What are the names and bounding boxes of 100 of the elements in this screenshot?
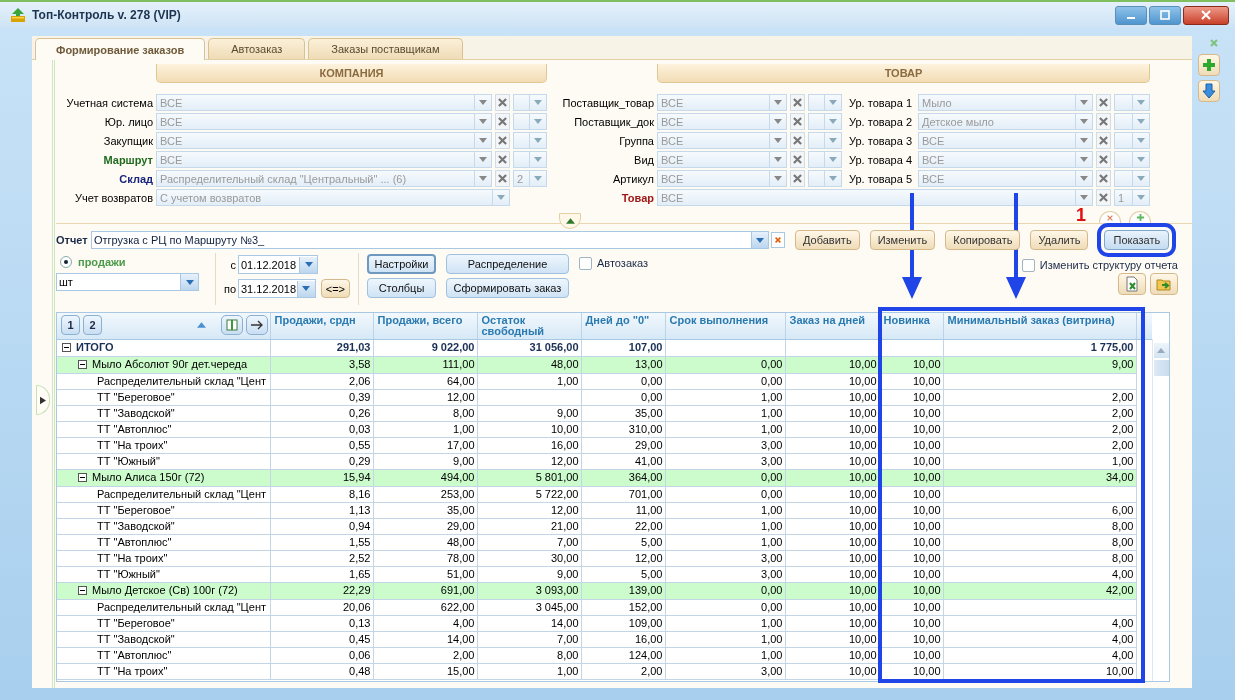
- level-combo[interactable]: [513, 132, 547, 149]
- clear-button[interactable]: [495, 94, 510, 111]
- clear-button[interactable]: [790, 132, 805, 149]
- tab[interactable]: Заказы поставщикам: [308, 38, 463, 59]
- expand-handle[interactable]: [36, 385, 50, 415]
- autoorder-checkbox[interactable]: Автозаказ: [569, 253, 649, 273]
- level-combo[interactable]: [1114, 132, 1150, 149]
- column-header[interactable]: Остаток свободный: [477, 313, 581, 339]
- column-header[interactable]: Продажи, всего: [373, 313, 477, 339]
- filter-combo[interactable]: ВСЕ: [657, 132, 787, 149]
- sales-radio[interactable]: продажи: [56, 256, 205, 268]
- collapse-toggle[interactable]: [62, 342, 71, 352]
- level-combo[interactable]: [1114, 170, 1150, 187]
- action-button[interactable]: Сформировать заказ: [446, 278, 569, 298]
- tab[interactable]: Формирование заказов: [35, 38, 206, 60]
- filter-combo[interactable]: ВСЕ: [918, 151, 1093, 168]
- add-button[interactable]: [1198, 54, 1220, 76]
- collapse-toggle[interactable]: [78, 359, 87, 369]
- filter-combo[interactable]: Распределительный склад "Центральный" ... (6): [156, 170, 492, 187]
- filter-combo[interactable]: ВСЕ: [657, 189, 1093, 206]
- report-button[interactable]: Изменить: [869, 230, 936, 250]
- clear-button[interactable]: [495, 113, 510, 130]
- filter-combo[interactable]: ВСЕ: [918, 170, 1093, 187]
- clear-button[interactable]: [790, 151, 805, 168]
- column-header[interactable]: Минимальный заказ (витрина): [943, 313, 1136, 339]
- report-button[interactable]: Копировать: [945, 230, 1021, 250]
- down-button[interactable]: [1198, 80, 1220, 102]
- level-combo[interactable]: [1114, 151, 1150, 168]
- level-combo[interactable]: 1: [1114, 189, 1150, 206]
- next-button[interactable]: [245, 315, 268, 335]
- level-combo[interactable]: [1114, 94, 1150, 111]
- collapse-toggle[interactable]: [78, 585, 87, 595]
- tree-label: Распределительный склад "Цент: [97, 373, 266, 388]
- view-button[interactable]: 2: [83, 315, 102, 335]
- clear-button[interactable]: [790, 113, 805, 130]
- filter-combo[interactable]: Мыло: [918, 94, 1093, 111]
- column-header[interactable]: Продажи, срдн: [270, 313, 373, 339]
- clear-button[interactable]: [790, 94, 805, 111]
- filter-combo[interactable]: Детское мыло: [918, 113, 1093, 130]
- add-button[interactable]: [1129, 211, 1151, 223]
- level-combo[interactable]: 2: [513, 170, 547, 187]
- level-combo[interactable]: [513, 113, 547, 130]
- filter-combo[interactable]: ВСЕ: [657, 170, 787, 187]
- clear-button[interactable]: [1096, 151, 1111, 168]
- clear-button[interactable]: [495, 170, 510, 187]
- level-combo[interactable]: [808, 151, 842, 168]
- column-header[interactable]: Дней до "0": [581, 313, 665, 339]
- structure-checkbox[interactable]: Изменить структуру отчета: [1011, 253, 1178, 273]
- clear-button[interactable]: [1096, 113, 1111, 130]
- level-combo[interactable]: [808, 170, 842, 187]
- filter-combo[interactable]: С учетом возвратов: [156, 189, 510, 206]
- minimize-button[interactable]: [1115, 5, 1147, 25]
- view-button[interactable]: 1: [61, 315, 80, 335]
- level-combo[interactable]: [513, 151, 547, 168]
- column-header[interactable]: Новинка: [879, 313, 943, 339]
- clear-button[interactable]: [495, 151, 510, 168]
- date-field[interactable]: 01.12.2018: [238, 255, 318, 274]
- action-button[interactable]: Столбцы: [367, 278, 436, 298]
- report-button[interactable]: Удалить: [1030, 230, 1089, 250]
- clear-button[interactable]: [790, 170, 805, 187]
- filter-combo[interactable]: ВСЕ: [156, 132, 492, 149]
- sort-icon[interactable]: [196, 322, 206, 328]
- report-button[interactable]: Добавить: [795, 230, 860, 250]
- clear-button[interactable]: [1096, 189, 1111, 206]
- maximize-button[interactable]: [1149, 5, 1181, 25]
- scrollbar[interactable]: [1152, 339, 1169, 681]
- filter-combo[interactable]: ВСЕ: [657, 151, 787, 168]
- scrollbar-thumb[interactable]: [1153, 360, 1169, 376]
- action-button[interactable]: Распределение: [446, 254, 569, 274]
- column-header[interactable]: Заказ на дней: [785, 313, 879, 339]
- level-combo[interactable]: [808, 113, 842, 130]
- collapse-button[interactable]: [559, 213, 581, 229]
- level-combo[interactable]: [513, 94, 547, 111]
- clear-button[interactable]: [1096, 132, 1111, 149]
- columns-button[interactable]: [220, 315, 243, 335]
- column-header[interactable]: Срок выполнения: [665, 313, 785, 339]
- close-button[interactable]: [1183, 5, 1229, 25]
- filter-combo[interactable]: ВСЕ: [657, 94, 787, 111]
- report-combo[interactable]: Отгрузка с РЦ по Маршруту №3_: [91, 231, 769, 249]
- tab[interactable]: Автозаказ: [208, 38, 306, 59]
- date-field[interactable]: 31.12.2018: [238, 279, 316, 298]
- level-combo[interactable]: [808, 94, 842, 111]
- filter-combo[interactable]: ВСЕ: [156, 151, 492, 168]
- level-combo[interactable]: [1114, 113, 1150, 130]
- level-combo[interactable]: [808, 132, 842, 149]
- swap-button[interactable]: <=>: [320, 279, 350, 298]
- action-button[interactable]: Настройки: [367, 254, 436, 274]
- clear-button[interactable]: [495, 132, 510, 149]
- filter-combo[interactable]: ВСЕ: [918, 132, 1093, 149]
- remove-button[interactable]: [1099, 211, 1121, 223]
- unit-combo[interactable]: шт: [56, 273, 199, 291]
- clear-button[interactable]: [1096, 94, 1111, 111]
- filter-combo[interactable]: ВСЕ: [657, 113, 787, 130]
- filter-combo[interactable]: ВСЕ: [156, 113, 492, 130]
- collapse-toggle[interactable]: [78, 472, 87, 482]
- clear-button[interactable]: [771, 232, 785, 248]
- filter-combo[interactable]: ВСЕ: [156, 94, 492, 111]
- export-button[interactable]: [1150, 273, 1178, 295]
- excel-export-button[interactable]: [1118, 273, 1146, 295]
- clear-button[interactable]: [1096, 170, 1111, 187]
